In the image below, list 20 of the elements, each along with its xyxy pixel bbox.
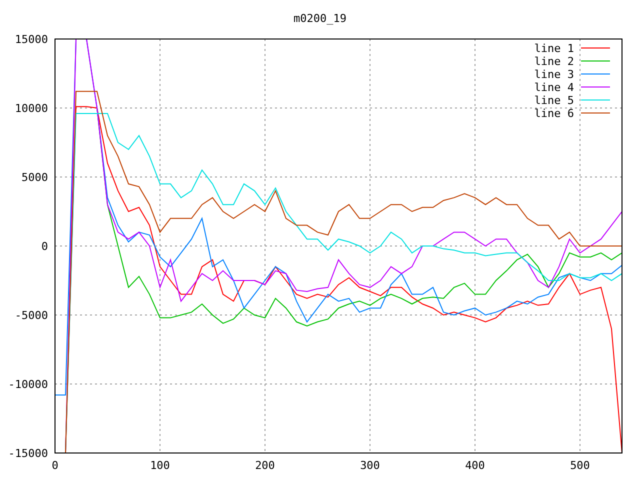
legend-label: line 2: [534, 55, 574, 68]
chart-title: m0200_19: [294, 12, 346, 25]
x-tick-label: 500: [570, 459, 590, 472]
legend-label: line 4: [534, 81, 574, 94]
y-tick-label: -10000: [8, 378, 48, 391]
legend-label: line 5: [534, 94, 574, 107]
y-tick-label: 5000: [22, 171, 48, 184]
y-tick-label: 15000: [14, 33, 48, 46]
y-tick-label: -15000: [8, 447, 48, 460]
x-tick-label: 0: [52, 459, 58, 472]
legend-label: line 1: [534, 42, 574, 55]
legend-label: line 3: [534, 68, 574, 81]
y-tick-label: 10000: [14, 102, 48, 115]
x-tick-label: 400: [465, 459, 485, 472]
legend-label: line 6: [534, 107, 574, 120]
x-tick-label: 300: [360, 459, 380, 472]
y-tick-label: -5000: [14, 309, 48, 322]
x-tick-label: 200: [255, 459, 275, 472]
x-tick-label: 100: [150, 459, 170, 472]
y-tick-label: 0: [41, 240, 48, 253]
